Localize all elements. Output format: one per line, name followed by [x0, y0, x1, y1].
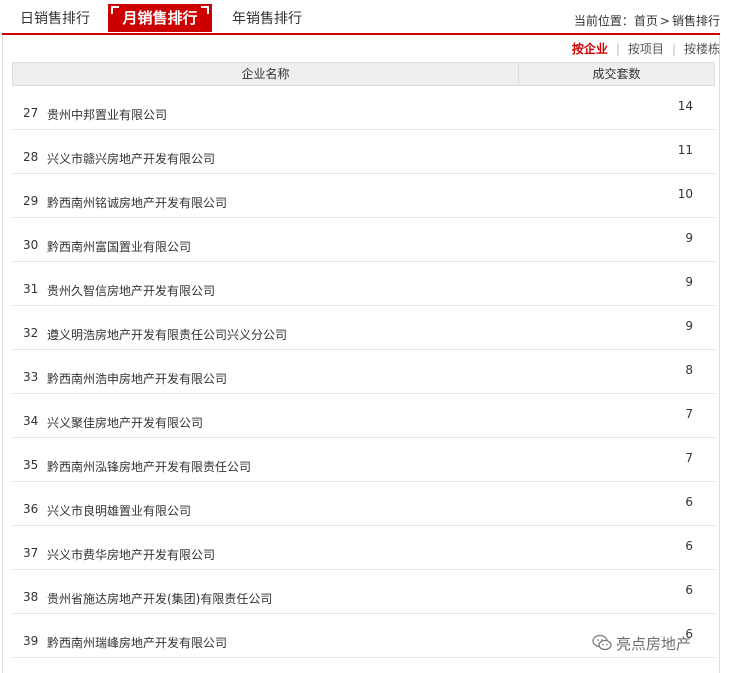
ranking-tabs: 日销售排行 月销售排行 年销售排行 当前位置：首页 > 销售排行 [0, 0, 730, 36]
sort-by-building-link[interactable]: 按楼栋 [684, 42, 720, 56]
rank-number: 30 [23, 238, 39, 252]
column-header-count: 成交套数 [592, 67, 641, 81]
tab-yearly-ranking[interactable]: 年销售排行 [228, 6, 306, 32]
company-name: 贵州久智信房地产开发有限公司 [47, 284, 216, 298]
breadcrumb-separator: > [659, 14, 670, 28]
table-header: 企业名称 成交套数 [12, 62, 715, 86]
sort-by-company-link[interactable]: 按企业 [572, 42, 608, 56]
table-row: 32 遵义明浩房地产开发有限责任公司兴义分公司 9 [12, 306, 715, 350]
table-row: 33 黔西南州浩申房地产开发有限公司 8 [12, 350, 715, 394]
company-name: 遵义明浩房地产开发有限责任公司兴义分公司 [47, 328, 288, 342]
company-name: 兴义聚佳房地产开发有限公司 [47, 416, 204, 430]
rank-number: 28 [23, 150, 39, 164]
company-name: 黔西南州铭诚房地产开发有限公司 [47, 196, 228, 210]
deal-count: 7 [685, 451, 693, 465]
rank-number: 33 [23, 370, 39, 384]
breadcrumb-home-link[interactable]: 首页 [634, 14, 658, 28]
deal-count: 11 [677, 143, 693, 157]
deal-count: 10 [677, 187, 693, 201]
table-row: 27 贵州中邦置业有限公司 14 [12, 86, 715, 130]
deal-count: 6 [685, 583, 693, 597]
wechat-icon [592, 634, 612, 651]
table-row: 35 黔西南州泓锋房地产开发有限责任公司 7 [12, 438, 715, 482]
company-name: 贵州中邦置业有限公司 [47, 108, 168, 122]
table-row: 30 黔西南州富国置业有限公司 9 [12, 218, 715, 262]
deal-count: 9 [685, 231, 693, 245]
breadcrumb: 当前位置：首页 > 销售排行 [574, 12, 720, 29]
sort-divider: | [615, 42, 620, 56]
deal-count: 14 [677, 99, 693, 113]
company-name: 兴义市费华房地产开发有限公司 [47, 548, 216, 562]
sort-options: 按企业 | 按项目 | 按楼栋 [572, 40, 720, 57]
deal-count: 8 [685, 363, 693, 377]
company-name: 黔西南州浩申房地产开发有限公司 [47, 372, 228, 386]
deal-count: 9 [685, 319, 693, 333]
sort-by-project-link[interactable]: 按项目 [628, 42, 664, 56]
tab-monthly-ranking[interactable]: 月销售排行 [108, 4, 212, 32]
watermark: 亮点房地产 [592, 632, 691, 654]
table-row: 31 贵州久智信房地产开发有限公司 9 [12, 262, 715, 306]
company-name: 兴义市良明雄置业有限公司 [47, 504, 192, 518]
rank-number: 29 [23, 194, 39, 208]
rank-number: 37 [23, 546, 39, 560]
table-row: 37 兴义市费华房地产开发有限公司 6 [12, 526, 715, 570]
rank-number: 27 [23, 106, 39, 120]
deal-count: 9 [685, 275, 693, 289]
company-name: 兴义市赣兴房地产开发有限公司 [47, 152, 216, 166]
table-row: 38 贵州省施达房地产开发(集团)有限责任公司 6 [12, 570, 715, 614]
sort-divider: | [671, 42, 676, 56]
table-row: 36 兴义市良明雄置业有限公司 6 [12, 482, 715, 526]
company-name: 贵州省施达房地产开发(集团)有限责任公司 [47, 592, 273, 606]
breadcrumb-prefix: 当前位置： [573, 14, 634, 28]
rank-number: 39 [23, 634, 39, 648]
rank-number: 34 [23, 414, 39, 428]
rank-number: 32 [23, 326, 39, 340]
company-name: 黔西南州泓锋房地产开发有限责任公司 [47, 460, 252, 474]
deal-count: 6 [685, 495, 693, 509]
breadcrumb-current: 销售排行 [671, 14, 720, 28]
table-row: 28 兴义市赣兴房地产开发有限公司 11 [12, 130, 715, 174]
table-body: 27 贵州中邦置业有限公司 14 28 兴义市赣兴房地产开发有限公司 11 29 黔西南州铭诚… [12, 86, 715, 658]
tab-daily-ranking[interactable]: 日销售排行 [19, 6, 91, 32]
watermark-text: 亮点房地产 [616, 634, 692, 653]
table-row: 34 兴义聚佳房地产开发有限公司 7 [12, 394, 715, 438]
company-name: 黔西南州富国置业有限公司 [47, 240, 192, 254]
table-row: 29 黔西南州铭诚房地产开发有限公司 10 [12, 174, 715, 218]
rank-number: 35 [23, 458, 39, 472]
deal-count: 6 [685, 539, 693, 553]
rank-number: 31 [23, 282, 39, 296]
ranking-table: 企业名称 成交套数 27 贵州中邦置业有限公司 14 28 兴义市赣兴房地产开发有限公司… [12, 62, 715, 658]
column-header-company: 企业名称 [13, 63, 519, 85]
rank-number: 38 [23, 590, 39, 604]
rank-number: 36 [23, 502, 39, 516]
deal-count: 7 [685, 407, 693, 421]
company-name: 黔西南州瑞峰房地产开发有限公司 [47, 636, 228, 650]
